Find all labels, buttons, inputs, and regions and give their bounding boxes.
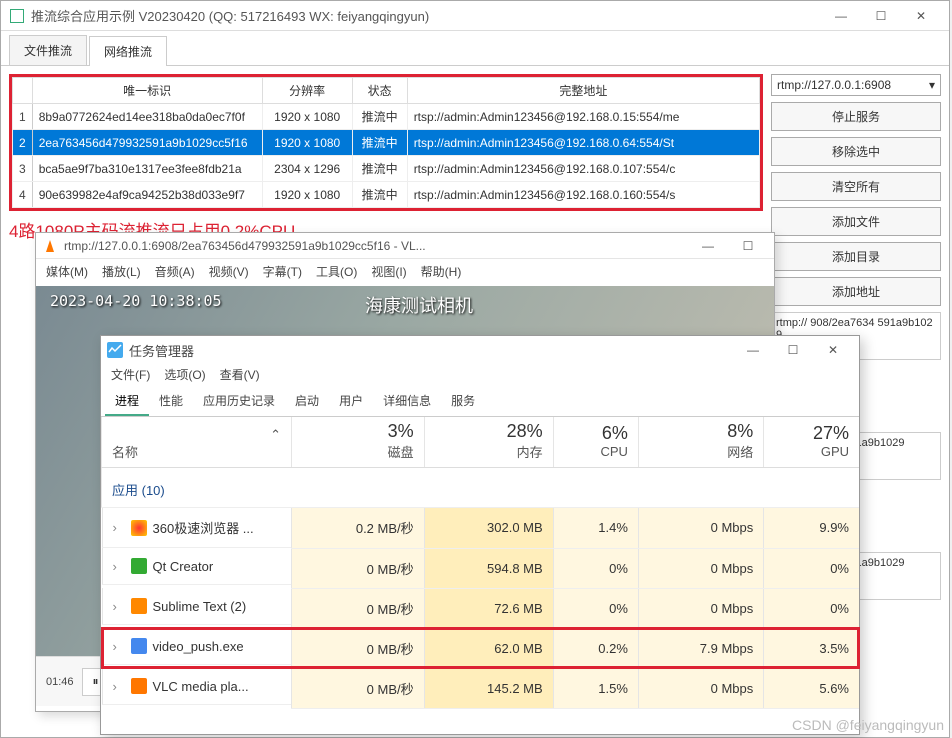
tab-file-stream[interactable]: 文件推流 — [9, 35, 87, 65]
vlc-menubar: 媒体(M) 播放(L) 音频(A) 视频(V) 字幕(T) 工具(O) 视图(I… — [36, 259, 774, 286]
tm-title: 任务管理器 — [129, 341, 733, 360]
server-url-value: rtmp://127.0.0.1:6908 — [777, 78, 891, 92]
tm-process-table: ⌃名称 3%磁盘 28%内存 6%CPU 8%网络 27%GPU 应用 (10)… — [101, 417, 859, 709]
tm-tabs: 进程 性能 应用历史记录 启动 用户 详细信息 服务 — [101, 387, 859, 417]
vlc-menu-video[interactable]: 视频(V) — [209, 263, 249, 280]
close-button[interactable]: ✕ — [901, 2, 941, 30]
tm-menu-view[interactable]: 查看(V) — [220, 366, 260, 383]
video-timestamp: 2023-04-20 10:38:05 — [50, 292, 222, 310]
th-net[interactable]: 8%网络 — [638, 417, 763, 468]
th-gpu[interactable]: 27%GPU — [764, 417, 859, 468]
stream-table-wrap: 唯一标识 分辨率 状态 完整地址 18b9a0772624ed14ee318ba… — [9, 74, 763, 211]
chevron-down-icon: ▾ — [929, 78, 935, 92]
th-mem[interactable]: 28%内存 — [424, 417, 553, 468]
vlc-maximize-button[interactable]: ☐ — [728, 232, 768, 260]
vlc-minimize-button[interactable]: — — [688, 232, 728, 260]
main-tabs: 文件推流 网络推流 — [1, 31, 949, 66]
vlc-menu-view[interactable]: 视图(I) — [371, 263, 406, 280]
th-cpu[interactable]: 6%CPU — [553, 417, 638, 468]
add-dir-button[interactable]: 添加目录 — [771, 242, 941, 271]
process-row[interactable]: › Sublime Text (2)0 MB/秒72.6 MB0%0 Mbps0… — [102, 588, 860, 628]
server-url-combo[interactable]: rtmp://127.0.0.1:6908 ▾ — [771, 74, 941, 96]
camera-name-overlay: 海康测试相机 — [365, 292, 473, 318]
process-row[interactable]: › Qt Creator0 MB/秒594.8 MB0%0 Mbps0% — [102, 548, 860, 588]
group-apps[interactable]: 应用 (10) — [102, 468, 860, 508]
col-idx — [13, 78, 33, 104]
vlc-menu-media[interactable]: 媒体(M) — [46, 263, 88, 280]
tm-menu-file[interactable]: 文件(F) — [111, 366, 150, 383]
vlc-menu-help[interactable]: 帮助(H) — [421, 263, 462, 280]
maximize-button[interactable]: ☐ — [861, 2, 901, 30]
stop-service-button[interactable]: 停止服务 — [771, 102, 941, 131]
tab-net-stream[interactable]: 网络推流 — [89, 36, 167, 66]
vlc-menu-tools[interactable]: 工具(O) — [316, 263, 357, 280]
window-controls: — ☐ ✕ — [821, 2, 941, 30]
process-row[interactable]: › 360极速浏览器 ...0.2 MB/秒302.0 MB1.4%0 Mbps… — [102, 508, 860, 549]
stream-row[interactable]: 22ea763456d479932591a9b1029cc5f161920 x … — [13, 130, 760, 156]
stream-row[interactable]: 18b9a0772624ed14ee318ba0da0ec7f0f1920 x … — [13, 104, 760, 130]
tm-tab-services[interactable]: 服务 — [441, 387, 485, 416]
col-id[interactable]: 唯一标识 — [32, 78, 262, 104]
add-url-button[interactable]: 添加地址 — [771, 277, 941, 306]
tm-menu-options[interactable]: 选项(O) — [164, 366, 205, 383]
minimize-button[interactable]: — — [821, 2, 861, 30]
remove-selected-button[interactable]: 移除选中 — [771, 137, 941, 166]
vlc-menu-audio[interactable]: 音频(A) — [155, 263, 195, 280]
vlc-icon — [42, 238, 58, 254]
vlc-menu-play[interactable]: 播放(L) — [102, 263, 141, 280]
watermark: CSDN @feiyangqingyun — [792, 717, 944, 733]
tm-tab-details[interactable]: 详细信息 — [373, 387, 441, 416]
clear-all-button[interactable]: 清空所有 — [771, 172, 941, 201]
add-file-button[interactable]: 添加文件 — [771, 207, 941, 236]
main-title: 推流综合应用示例 V20230420 (QQ: 517216493 WX: fe… — [31, 6, 821, 25]
stream-row[interactable]: 3bca5ae9f7ba310e1317ee3fee8fdb21a2304 x … — [13, 156, 760, 182]
tm-icon — [107, 342, 123, 358]
tm-menubar: 文件(F) 选项(O) 查看(V) — [101, 364, 859, 387]
col-url[interactable]: 完整地址 — [407, 78, 759, 104]
tm-titlebar: 任务管理器 — ☐ ✕ — [101, 336, 859, 364]
tm-tab-users[interactable]: 用户 — [329, 387, 373, 416]
playback-time: 01:46 — [46, 676, 74, 688]
th-name[interactable]: ⌃名称 — [102, 417, 292, 468]
stream-table: 唯一标识 分辨率 状态 完整地址 18b9a0772624ed14ee318ba… — [12, 77, 760, 208]
vlc-title: rtmp://127.0.0.1:6908/2ea763456d47993259… — [64, 239, 688, 253]
col-res[interactable]: 分辨率 — [262, 78, 352, 104]
tm-maximize-button[interactable]: ☐ — [773, 336, 813, 364]
vlc-titlebar: rtmp://127.0.0.1:6908/2ea763456d47993259… — [36, 233, 774, 259]
main-titlebar: 推流综合应用示例 V20230420 (QQ: 517216493 WX: fe… — [1, 1, 949, 31]
col-status[interactable]: 状态 — [352, 78, 407, 104]
vlc-menu-sub[interactable]: 字幕(T) — [263, 263, 302, 280]
app-icon — [9, 8, 25, 24]
process-row[interactable]: › VLC media pla...0 MB/秒145.2 MB1.5%0 Mb… — [102, 668, 860, 708]
tm-tab-performance[interactable]: 性能 — [149, 387, 193, 416]
process-row[interactable]: › video_push.exe0 MB/秒62.0 MB0.2%7.9 Mbp… — [102, 628, 860, 668]
stream-row[interactable]: 490e639982e4af9ca94252b38d033e9f71920 x … — [13, 182, 760, 208]
th-disk[interactable]: 3%磁盘 — [292, 417, 425, 468]
task-manager-window: 任务管理器 — ☐ ✕ 文件(F) 选项(O) 查看(V) 进程 性能 应用历史… — [100, 335, 860, 735]
tm-close-button[interactable]: ✕ — [813, 336, 853, 364]
tm-tab-history[interactable]: 应用历史记录 — [193, 387, 285, 416]
tm-minimize-button[interactable]: — — [733, 336, 773, 364]
tm-tab-processes[interactable]: 进程 — [105, 387, 149, 416]
tm-tab-startup[interactable]: 启动 — [285, 387, 329, 416]
